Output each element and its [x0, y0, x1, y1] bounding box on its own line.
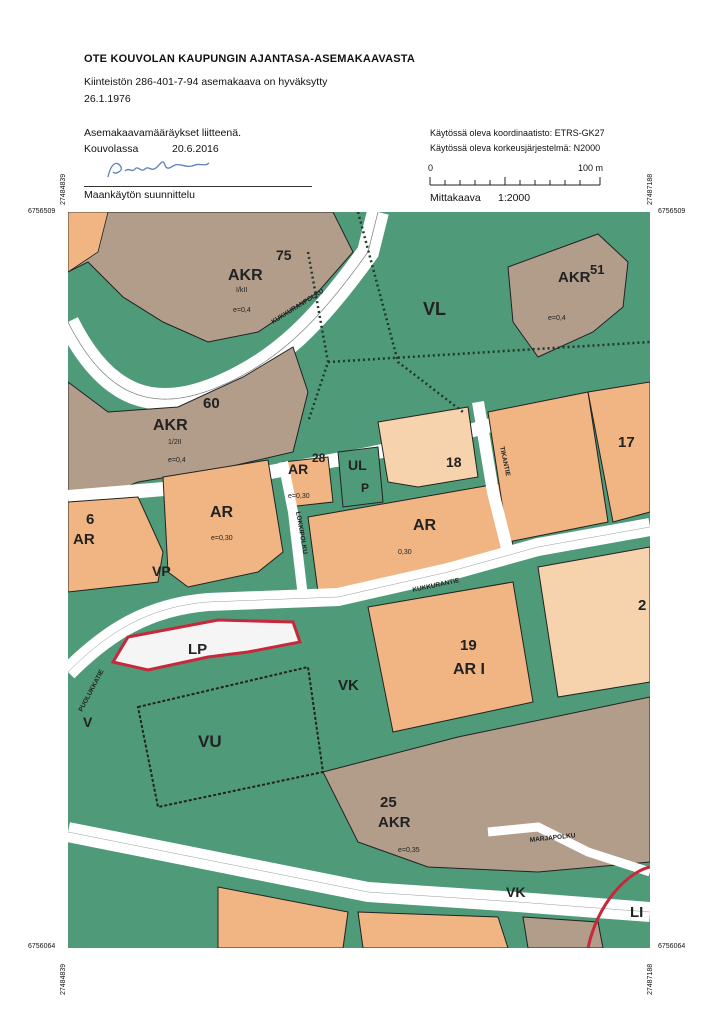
label-ar-mid-e: e=0,30: [211, 535, 233, 542]
label-17: 17: [618, 434, 635, 451]
coord-bottom-left-x: 27484839: [60, 963, 67, 995]
signature-date: 20.6.2016: [172, 143, 219, 155]
label-vk2: VK: [506, 884, 525, 900]
label-akr51-num: 51: [590, 262, 604, 277]
label-akr25-e: e=0,35: [398, 847, 420, 854]
label-6-num: 6: [86, 511, 94, 528]
label-19-code: AR I: [453, 661, 485, 678]
scale-label: Mittakaava: [430, 192, 481, 204]
label-li: LI: [630, 904, 643, 921]
height-system: Käytössä oleva korkeusjärjestelmä: N2000: [430, 143, 601, 153]
approval-date: 26.1.1976: [84, 93, 131, 105]
label-akr75-e: e=0,4: [233, 307, 251, 314]
label-ar-center: AR: [413, 517, 437, 534]
label-lp: LP: [188, 641, 207, 658]
coord-bottom-right-x: 27487188: [647, 963, 654, 995]
scale-bar: [429, 177, 601, 186]
zoning-map[interactable]: AKR 75 AKR 51 VL AKR 60 AR 28 UL P 18 17…: [68, 212, 650, 948]
place: Kouvolassa: [84, 143, 139, 155]
block-south-2: [357, 911, 509, 948]
label-vk: VK: [338, 677, 359, 694]
block-2: [537, 546, 650, 698]
coord-top-left-x: 27484839: [60, 173, 67, 205]
block-ul: [337, 446, 384, 508]
coord-top-right-y: 6756509: [658, 208, 686, 215]
label-2: 2: [638, 597, 646, 614]
coord-bottom-right-y: 6756064: [658, 943, 686, 950]
label-akr51-code: AKR: [558, 269, 591, 286]
label-akr75-num: 75: [276, 247, 292, 263]
label-akr25-num: 25: [380, 794, 397, 811]
scale-zero: 0: [428, 163, 434, 173]
label-vu: VU: [198, 732, 222, 751]
label-v-1: V: [83, 714, 93, 730]
label-akr60-code: AKR: [153, 417, 188, 434]
coord-top-left-y: 6756509: [28, 208, 56, 215]
label-18: 18: [446, 454, 462, 470]
label-ar28-e: e=0,30: [288, 493, 310, 500]
label-akr75-code: AKR: [228, 267, 263, 284]
label-akr60-num: 60: [203, 395, 220, 412]
label-vl: VL: [423, 299, 446, 319]
approval-line: Kiinteistön 286-401-7-94 asemakaava on h…: [84, 76, 328, 88]
label-ar-center-e: 0,30: [398, 549, 412, 556]
label-akr60-e: e=0,4: [168, 457, 186, 464]
document-title: OTE KOUVOLAN KAUPUNGIN AJANTASA-ASEMAKAA…: [84, 53, 416, 65]
label-akr60-floors: 1/2II: [168, 439, 182, 446]
label-ul: UL: [348, 457, 367, 473]
label-akr51-e: e=0,4: [548, 315, 566, 322]
label-ar28-code: AR: [288, 461, 308, 477]
coord-bottom-left-y: 6756064: [28, 943, 56, 950]
block-18: [377, 406, 479, 488]
label-6-code: AR: [73, 531, 95, 548]
label-akr25-code: AKR: [378, 814, 411, 831]
label-akr75-floors: I/kII: [236, 287, 247, 294]
label-vp: VP: [152, 563, 171, 579]
signature-line: [84, 186, 312, 187]
label-ar-mid: AR: [210, 504, 234, 521]
coord-top-right-x: 27487188: [647, 173, 654, 205]
coordinate-system: Käytössä oleva koordinaatisto: ETRS-GK27: [430, 128, 605, 138]
department: Maankäytön suunnittelu: [84, 189, 195, 201]
scale-end: 100 m: [578, 163, 604, 173]
label-p: P: [361, 481, 369, 495]
label-ar28-num: 28: [312, 451, 326, 465]
attachment-note: Asemakaavamääräykset liitteenä.: [84, 127, 241, 139]
scale-value: 1:2000: [498, 192, 531, 204]
signature: [107, 161, 210, 178]
label-19-num: 19: [460, 637, 477, 654]
